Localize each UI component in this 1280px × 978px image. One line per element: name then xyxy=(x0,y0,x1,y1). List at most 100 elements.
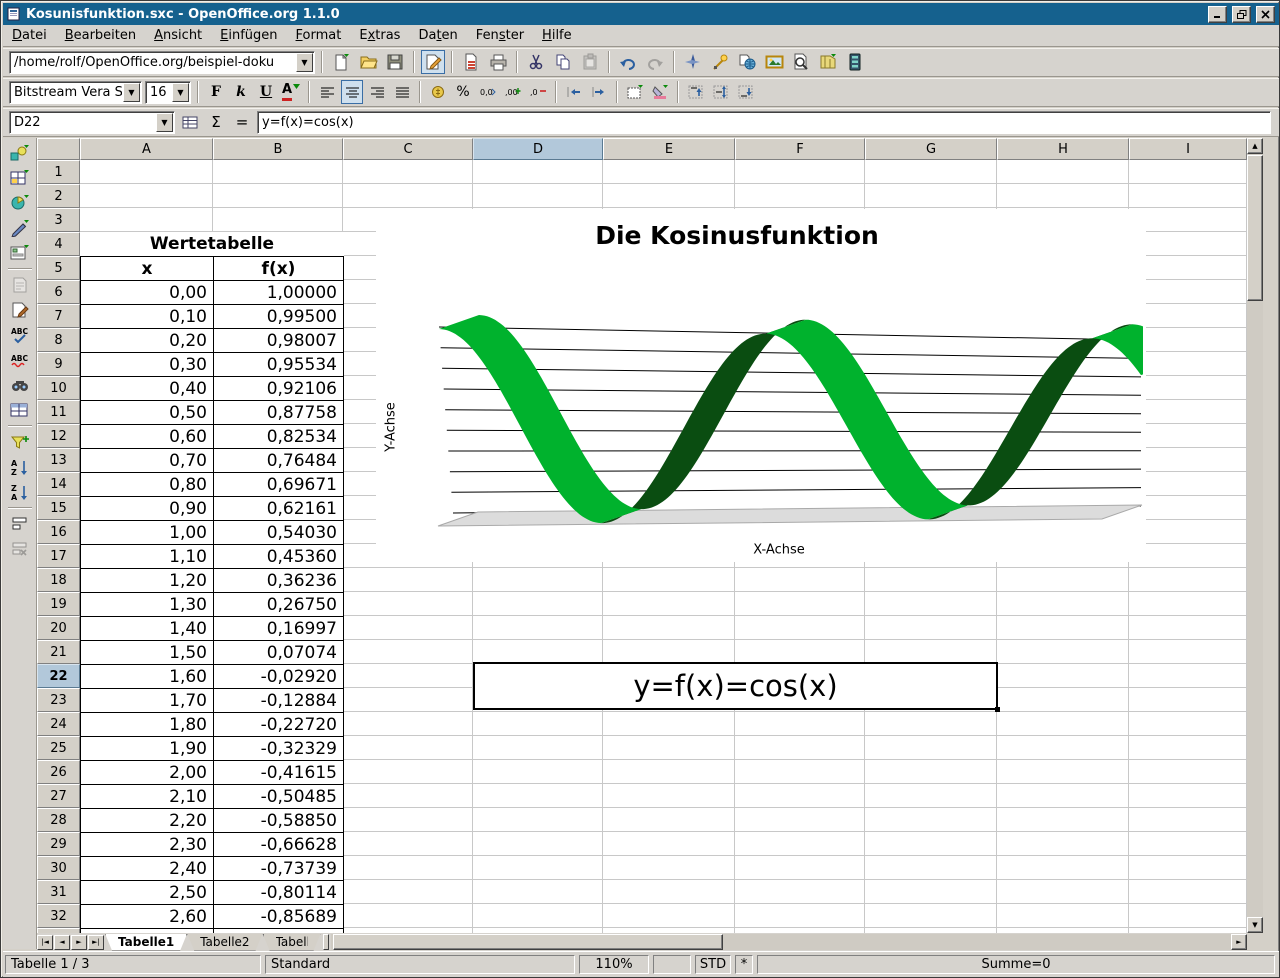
cell-fx-value[interactable]: 1,00000 xyxy=(214,281,344,305)
font-size-value[interactable]: 16 xyxy=(146,85,171,100)
column-header-F[interactable]: F xyxy=(735,138,865,160)
align-justify-button[interactable] xyxy=(391,80,413,104)
bold-button[interactable]: F xyxy=(205,80,227,104)
cell-x-value[interactable]: 2,10 xyxy=(81,785,214,809)
minimize-button[interactable] xyxy=(1208,6,1227,23)
decrease-indent-icon[interactable] xyxy=(563,80,585,104)
find-replace-icon[interactable] xyxy=(7,373,33,397)
underline-button[interactable]: U xyxy=(255,80,277,104)
column-header-A[interactable]: A xyxy=(80,138,213,160)
remove-decimal-icon[interactable]: ,0 xyxy=(527,80,549,104)
row-header-22[interactable]: 22 xyxy=(37,664,80,688)
italic-button[interactable]: k xyxy=(230,80,252,104)
table-title[interactable]: Wertetabelle xyxy=(80,232,344,256)
cell-x-value[interactable]: 2,00 xyxy=(81,761,214,785)
row-header-16[interactable]: 16 xyxy=(37,520,80,544)
last-sheet-icon[interactable]: ►| xyxy=(88,935,104,950)
row-header-20[interactable]: 20 xyxy=(37,616,80,640)
cell-x-value[interactable]: 2,60 xyxy=(81,905,214,929)
select-all-corner[interactable] xyxy=(37,138,80,160)
column-header-H[interactable]: H xyxy=(997,138,1129,160)
font-name-dropdown-icon[interactable]: ▼ xyxy=(123,83,140,102)
cell-fx-value[interactable]: 0,62161 xyxy=(214,497,344,521)
horizontal-scrollbar-thumb[interactable] xyxy=(333,934,723,950)
url-value[interactable]: /home/rolf/OpenOffice.org/beispiel-doku xyxy=(10,55,295,70)
autopilot-icon[interactable] xyxy=(708,50,732,74)
cell-x-value[interactable]: 1,10 xyxy=(81,545,214,569)
column-header-D[interactable]: D xyxy=(473,138,603,160)
cell-fx-value[interactable]: 0,36236 xyxy=(214,569,344,593)
menu-hilfe[interactable]: Hilfe xyxy=(533,26,581,45)
cell-fx-value[interactable]: 0,69671 xyxy=(214,473,344,497)
form-controls-icon[interactable] xyxy=(7,241,33,265)
scroll-down-icon[interactable]: ▼ xyxy=(1247,917,1263,933)
menu-daten[interactable]: Daten xyxy=(409,26,466,45)
cell-fx-value[interactable]: 0,98007 xyxy=(214,329,344,353)
cell-fx-value[interactable]: -0,12884 xyxy=(214,689,344,713)
column-header-E[interactable]: E xyxy=(603,138,735,160)
cell-x-value[interactable]: 0,80 xyxy=(81,473,214,497)
draw-functions-icon[interactable] xyxy=(7,216,33,240)
align-top-button[interactable] xyxy=(685,80,707,104)
cell-x-value[interactable]: 0,90 xyxy=(81,497,214,521)
cell-x-value[interactable]: 1,40 xyxy=(81,617,214,641)
edit-file-icon[interactable] xyxy=(421,50,445,74)
row-header-19[interactable]: 19 xyxy=(37,592,80,616)
row-header-9[interactable]: 9 xyxy=(37,352,80,376)
align-vcenter-button[interactable] xyxy=(710,80,732,104)
row-header-29[interactable]: 29 xyxy=(37,832,80,856)
tab-split-handle[interactable] xyxy=(323,934,329,950)
align-left-button[interactable] xyxy=(316,80,338,104)
insert-object-icon[interactable] xyxy=(7,191,33,215)
font-name-value[interactable]: Bitstream Vera S xyxy=(10,85,122,100)
cell-x-value[interactable]: 0,40 xyxy=(81,377,214,401)
undo-icon[interactable] xyxy=(616,50,640,74)
sort-ascending-icon[interactable]: AZ xyxy=(7,455,33,479)
row-header-4[interactable]: 4 xyxy=(37,232,80,256)
align-center-button[interactable] xyxy=(341,80,363,104)
name-box[interactable]: D22 ▼ xyxy=(9,111,175,134)
cell-x-value[interactable]: 1,60 xyxy=(81,665,214,689)
url-dropdown-icon[interactable]: ▼ xyxy=(296,53,313,72)
formula-input[interactable]: y=f(x)=cos(x) xyxy=(257,111,1271,134)
function-wizard-icon[interactable] xyxy=(179,110,201,134)
cell-x-value[interactable]: 0,70 xyxy=(81,449,214,473)
insert-cells-icon[interactable] xyxy=(7,166,33,190)
cell-x-value[interactable]: 1,50 xyxy=(81,641,214,665)
cell-fx-value[interactable]: -0,41615 xyxy=(214,761,344,785)
spreadsheet-grid[interactable]: ABCDEFGHI 123456789101112131415161718192… xyxy=(37,138,1247,933)
row-header-17[interactable]: 17 xyxy=(37,544,80,568)
row-header-31[interactable]: 31 xyxy=(37,880,80,904)
cell-fx-value[interactable]: -0,90407 xyxy=(214,929,344,933)
row-header-3[interactable]: 3 xyxy=(37,208,80,232)
cell-fx-value[interactable]: -0,02920 xyxy=(214,665,344,689)
add-decimal-icon[interactable]: ,00 xyxy=(502,80,524,104)
cell-x-value[interactable]: 2,70 xyxy=(81,929,214,933)
cell-fx-value[interactable]: -0,80114 xyxy=(214,881,344,905)
row-header-23[interactable]: 23 xyxy=(37,688,80,712)
cell-x-value[interactable]: 0,00 xyxy=(81,281,214,305)
row-header-25[interactable]: 25 xyxy=(37,736,80,760)
group-icon[interactable] xyxy=(7,512,33,536)
selection-handle[interactable] xyxy=(995,707,1000,712)
cell-fx-value[interactable]: 0,95534 xyxy=(214,353,344,377)
row-header-10[interactable]: 10 xyxy=(37,376,80,400)
cell-fx-value[interactable]: -0,85689 xyxy=(214,905,344,929)
cell-fx-value[interactable]: -0,32329 xyxy=(214,737,344,761)
row-header-13[interactable]: 13 xyxy=(37,448,80,472)
row-header-7[interactable]: 7 xyxy=(37,304,80,328)
data-sources-icon[interactable] xyxy=(843,50,867,74)
menu-ansicht[interactable]: Ansicht xyxy=(145,26,211,45)
open-document-icon[interactable] xyxy=(356,50,380,74)
first-sheet-icon[interactable]: |◄ xyxy=(37,935,53,950)
cell-x-value[interactable]: 0,50 xyxy=(81,401,214,425)
menu-extras[interactable]: Extras xyxy=(350,26,409,45)
cut-icon[interactable] xyxy=(524,50,548,74)
zoom-icon[interactable] xyxy=(789,50,813,74)
scroll-up-icon[interactable]: ▲ xyxy=(1247,138,1263,154)
cell-x-value[interactable]: 1,70 xyxy=(81,689,214,713)
menu-datei[interactable]: Datei xyxy=(3,26,56,45)
row-header-1[interactable]: 1 xyxy=(37,160,80,184)
cell-fx-value[interactable]: 0,16997 xyxy=(214,617,344,641)
row-header-28[interactable]: 28 xyxy=(37,808,80,832)
